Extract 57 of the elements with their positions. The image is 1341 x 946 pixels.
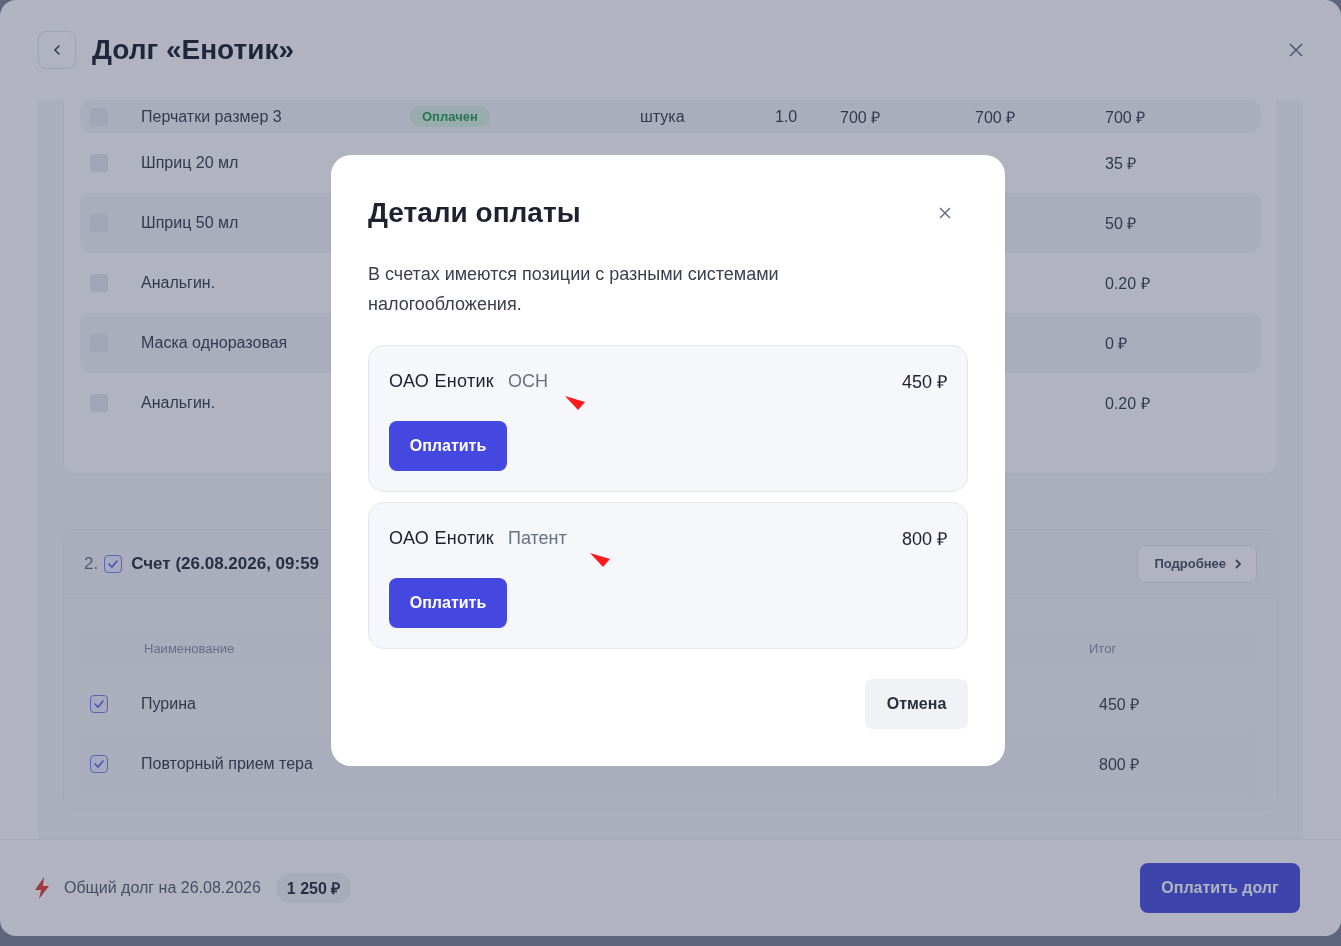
close-glyph (939, 207, 951, 219)
page-title: Долг «Енотик» (92, 34, 295, 66)
pointer-arrow-icon (590, 553, 610, 567)
total-cell-text: 800 ₽ (1099, 755, 1140, 775)
item-name: Шприц 50 мл (141, 214, 239, 232)
back-button[interactable] (38, 31, 76, 69)
checkbox[interactable] (90, 755, 108, 773)
cancel-button[interactable]: Отмена (865, 679, 968, 729)
item-name: Шприц 20 мл (141, 154, 239, 172)
item-name: Анальгин. (141, 274, 216, 292)
status-badge: Оплачен (410, 106, 490, 127)
checkbox[interactable] (104, 554, 123, 573)
payment-amount: 800 ₽ (901, 528, 947, 550)
total-cell-text: 0 ₽ (1105, 334, 1128, 354)
item-name: Пурина (141, 695, 196, 713)
close-icon[interactable] (1289, 43, 1303, 57)
pay-button[interactable]: Оплатить (389, 578, 507, 628)
debt-label: Общий долг на 26.08.2026 (64, 879, 261, 897)
table-cell: 1.0 (775, 107, 798, 126)
checkmark-icon (93, 758, 105, 770)
pay-debt-button[interactable]: Оплатить долг (1140, 863, 1300, 913)
item-name: Повторный прием тера (141, 755, 313, 773)
table-cell: штука (640, 107, 685, 126)
item-name: Анальгин. (141, 394, 216, 412)
lightning-icon (34, 877, 50, 899)
dialog-title: Детали оплаты (368, 197, 581, 229)
total-cell-text: 700 ₽ (1105, 107, 1146, 128)
dialog-message: В счетах имеются позиции с разными системами налогообложения. (368, 263, 780, 316)
chevron-icon (1234, 557, 1242, 570)
tax-system: ОСН (507, 370, 549, 392)
total-cell-text: 35 ₽ (1105, 154, 1137, 174)
total-cell-text: 0.20 ₽ (1105, 394, 1150, 414)
close-icon[interactable] (939, 207, 951, 219)
item-name: Перчатки размер 3 (141, 107, 282, 126)
checkbox[interactable] (90, 695, 108, 713)
table-cell-text: 700 ₽ (975, 107, 1016, 128)
pay-button[interactable]: Оплатить (389, 421, 507, 471)
total-cell-text: 450 ₽ (1099, 695, 1140, 715)
organization-name: ОАО Енотик (389, 370, 494, 392)
payment-amount: 450 ₽ (901, 371, 947, 393)
pointer-arrow-icon (565, 396, 585, 410)
column-header: Наименование (144, 640, 235, 656)
chevron-left-icon (51, 44, 63, 56)
table-cell-text: 700 ₽ (840, 107, 881, 128)
close-glyph (1289, 43, 1303, 57)
total-cell-text: 50 ₽ (1105, 214, 1137, 234)
checkmark-icon (93, 698, 105, 710)
column-header: Итог (1089, 640, 1117, 656)
total-cell-text: 0.20 ₽ (1105, 274, 1150, 294)
invoice-number: 2. (84, 553, 99, 574)
debt-amount: 1 250 ₽ (276, 873, 351, 903)
details-button[interactable]: Подробнее (1137, 544, 1257, 583)
item-name: Маска одноразовая (141, 334, 288, 352)
invoice-title: Счет (26.08.2026, 09:59 (131, 553, 320, 574)
checkmark-icon (107, 557, 120, 570)
tax-system: Патент (507, 527, 568, 549)
organization-name: ОАО Енотик (389, 527, 494, 549)
